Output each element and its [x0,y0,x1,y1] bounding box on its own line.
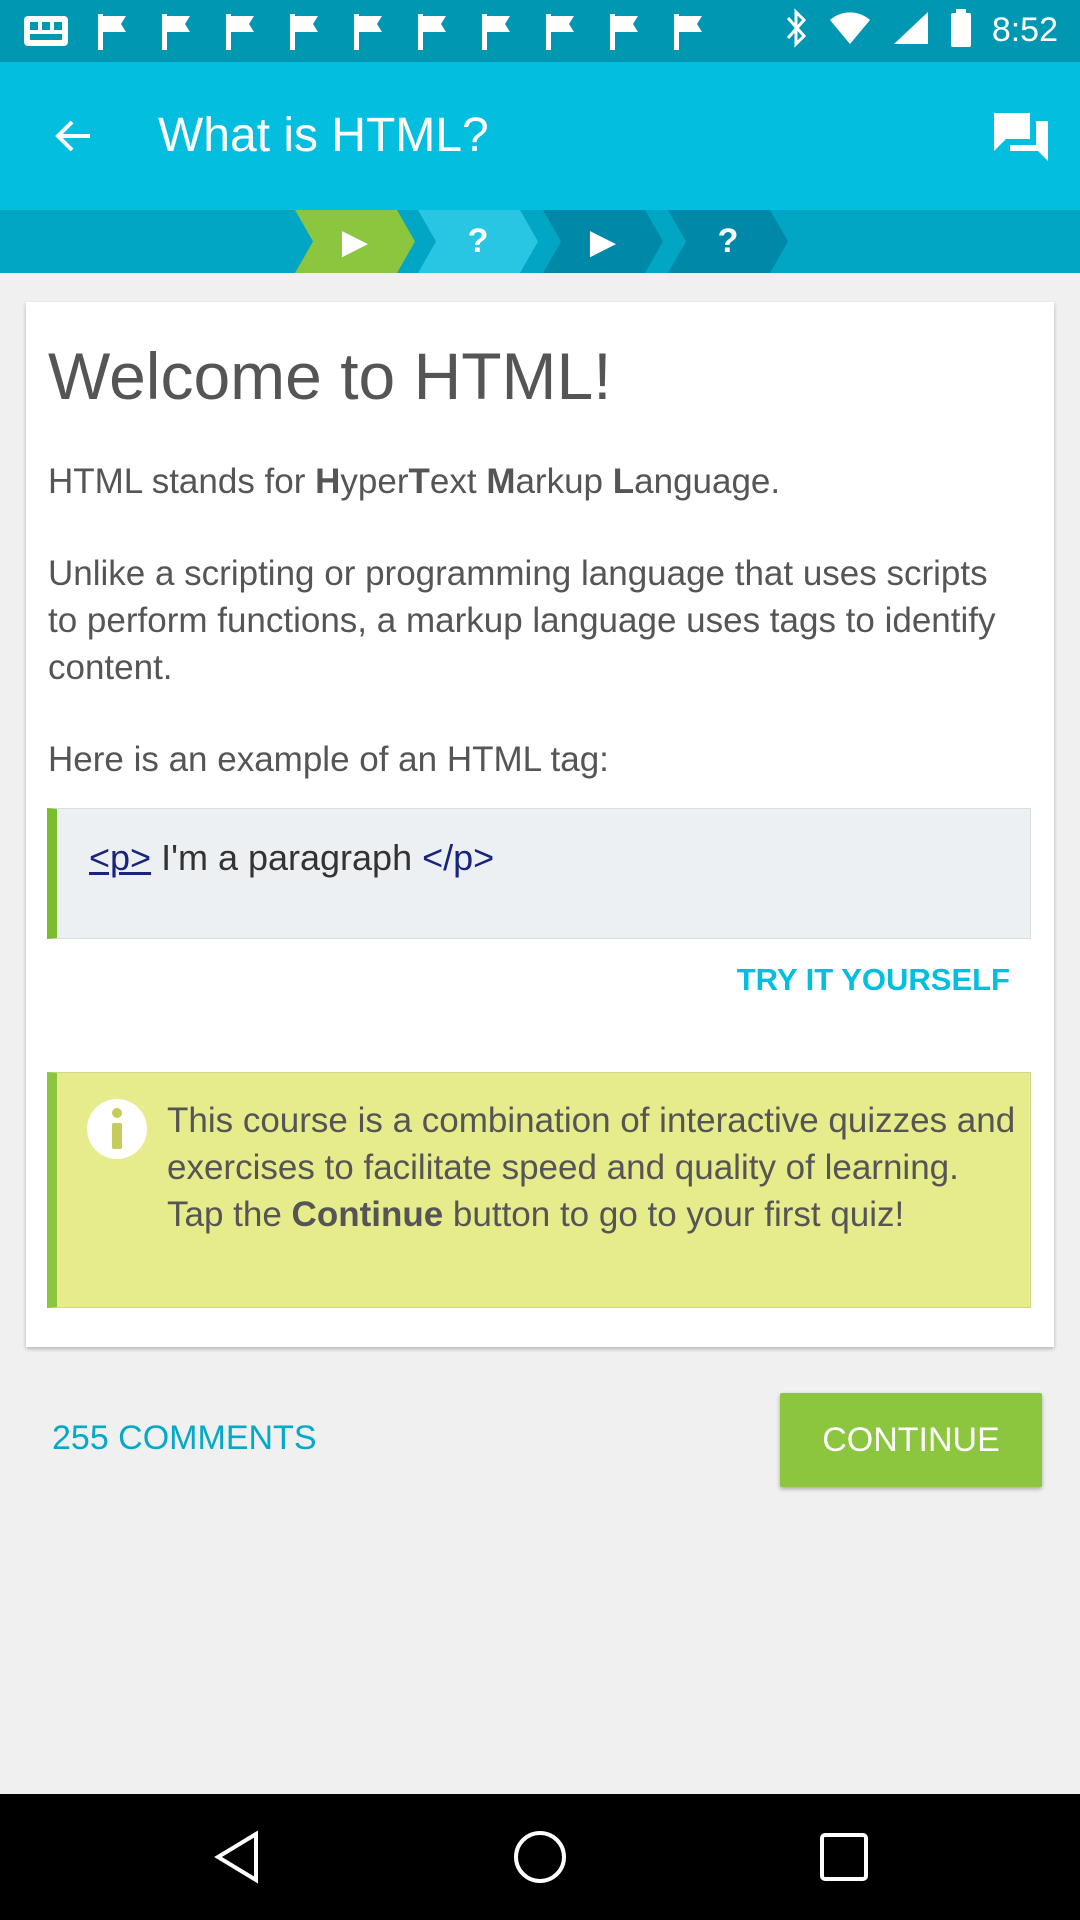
code-line: <p> I'm a paragraph </p> [89,837,494,879]
intro-text: ext [429,462,487,501]
flag-icon [352,14,386,50]
flag-icon [160,14,194,50]
intro-text: arkup [515,462,613,501]
system-nav-bar [0,1794,1080,1920]
code-example: <p> I'm a paragraph </p> [47,808,1031,939]
nav-back-button[interactable] [206,1827,266,1887]
info-line: button to go to your first quiz! [443,1195,905,1234]
info-line: Tap the [167,1195,292,1234]
info-bold: Continue [291,1195,444,1234]
try-it-yourself-button[interactable]: TRY IT YOURSELF [737,962,1010,998]
intro-text: yper [340,462,409,501]
lesson-paragraph: Here is an example of an HTML tag: [48,740,609,779]
flag-icon [544,14,578,50]
intro-bold-letter: H [315,462,341,501]
battery-icon [950,9,972,52]
intro-bold-letter: L [612,462,635,501]
lesson-paragraph: Unlike a scripting or programming langua… [48,554,996,687]
flag-icon [96,14,130,50]
intro-text: HTML stands for [48,462,316,501]
page-title: What is HTML? [158,109,489,162]
discussion-button[interactable] [988,104,1054,170]
wifi-icon [828,10,872,51]
gallery-icon [22,14,70,48]
flag-icon [224,14,258,50]
back-button[interactable] [44,106,104,166]
status-bar: 8:52 [0,0,1080,62]
status-time: 8:52 [991,11,1058,49]
step-lesson-1[interactable]: ▶ [295,210,415,273]
intro-text: anguage. [634,462,781,501]
code-open-tag: <p> [89,837,152,878]
nav-home-icon [514,1831,566,1883]
step-quiz-2[interactable]: ? [668,210,788,273]
nav-recents-button[interactable] [814,1827,874,1887]
lesson-card: Welcome to HTML! HTML stands for HyperTe… [26,302,1054,1347]
bluetooth-icon [784,8,808,53]
info-text: This course is a combination of interact… [167,1097,1017,1238]
intro-bold-letter: M [486,462,516,501]
info-line: This course is a combination of interact… [167,1101,1016,1187]
flag-icon [480,14,514,50]
intro-bold-letter: T [408,462,430,501]
lesson-intro: HTML stands for HyperText Markup Languag… [48,458,1008,505]
lesson-progress-bar: ▶ ? ▶ ? [0,210,1080,273]
info-icon [85,1097,149,1166]
flag-icon [608,14,642,50]
app-bar: What is HTML? [0,62,1080,210]
step-quiz-1[interactable]: ? [418,210,538,273]
back-arrow-icon [55,120,90,152]
flag-icon [416,14,450,50]
lesson-title: Welcome to HTML! [48,339,612,413]
nav-home-button[interactable] [510,1827,570,1887]
flag-icon [672,14,706,50]
nav-back-icon [214,1830,258,1884]
code-close-tag: </p> [422,837,495,878]
info-callout: This course is a combination of interact… [47,1072,1031,1308]
code-content: I'm a paragraph [151,837,423,878]
nav-recents-icon [820,1833,868,1881]
signal-icon [892,10,930,51]
chat-bubbles-icon [994,113,1048,161]
continue-button[interactable]: CONTINUE [780,1393,1042,1487]
comments-button[interactable]: 255 COMMENTS [52,1419,317,1458]
step-lesson-2[interactable]: ▶ [543,210,663,273]
flag-icon [288,14,322,50]
